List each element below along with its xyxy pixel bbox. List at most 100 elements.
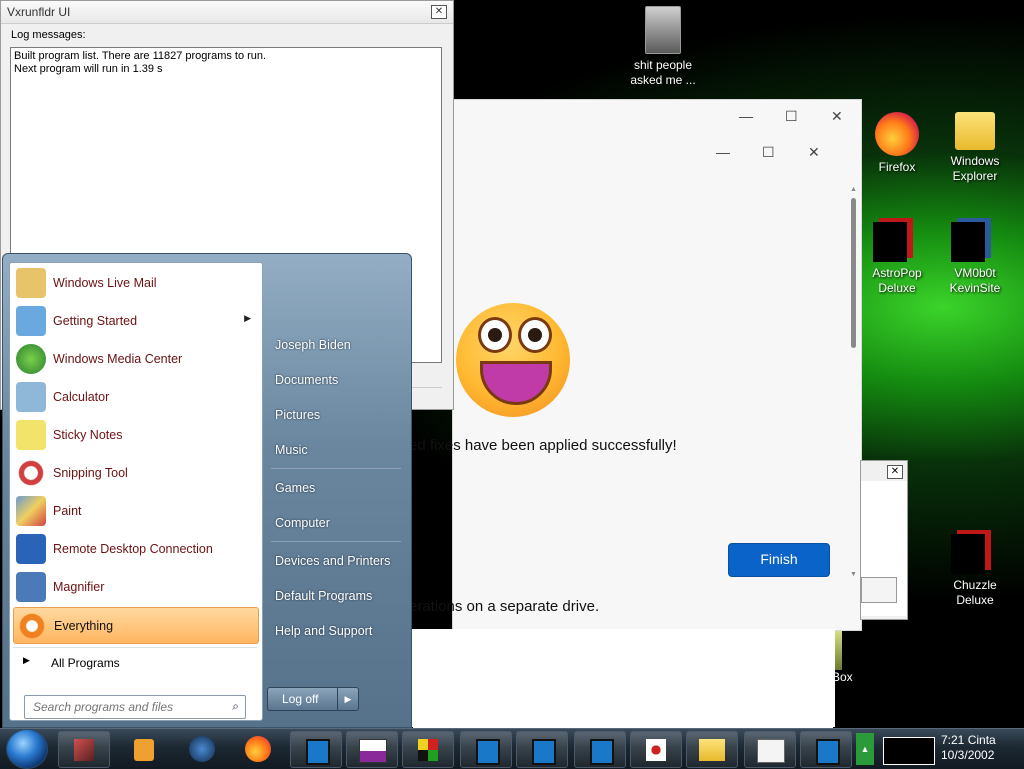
drive-message: erations on a separate drive. [409, 598, 600, 615]
search-input[interactable] [31, 699, 225, 715]
desktop-icon-label: Firefox [878, 160, 916, 174]
menu-item-snipping-tool[interactable]: Snipping Tool [13, 455, 257, 490]
mail-icon [16, 268, 46, 298]
menu-item-remote-desktop[interactable]: Remote Desktop Connection [13, 531, 257, 566]
menu-item-everything[interactable]: Everything [13, 607, 259, 644]
menu-item-label: Magnifier [53, 580, 105, 594]
separator [271, 468, 401, 469]
dialog-button[interactable] [861, 577, 897, 603]
taskbar-app-window-4[interactable] [574, 731, 626, 768]
taskbar-app-winrar[interactable] [58, 731, 110, 768]
right-item-music[interactable]: Music [275, 443, 308, 457]
taskbar-app-document[interactable] [744, 731, 796, 768]
taskbar-app-colors[interactable] [402, 731, 454, 768]
separator [271, 541, 401, 542]
close-button[interactable]: ✕ [431, 5, 447, 19]
chart-app-icon [359, 739, 387, 763]
app-window-icon [590, 739, 614, 765]
calculator-icon [16, 382, 46, 412]
right-item-games[interactable]: Games [275, 481, 315, 495]
finish-button[interactable]: Finish [728, 543, 830, 577]
document-icon [757, 739, 785, 763]
tray-app-icon[interactable] [883, 737, 935, 765]
remote-desktop-icon [16, 534, 46, 564]
menu-item-label: Everything [54, 619, 114, 633]
menu-item-paint[interactable]: Paint [13, 493, 257, 528]
taskbar-app-globe[interactable] [176, 731, 228, 768]
menu-item-label: Windows Media Center [53, 352, 183, 366]
smiling-emoji-icon [456, 303, 570, 417]
media-center-icon [16, 344, 46, 374]
show-hidden-icons-button[interactable]: ▲ [856, 733, 874, 765]
outer-minimize-button[interactable]: — [739, 108, 753, 124]
taskbar-app-window-2[interactable] [460, 731, 512, 768]
winrar-icon [74, 739, 94, 761]
menu-item-label: Sticky Notes [53, 428, 123, 442]
all-programs-button[interactable]: ▶ All Programs [13, 647, 257, 674]
desktop-icon-vmbot[interactable]: VM0b0t KevinSite [937, 222, 1013, 296]
astropop-icon [873, 222, 907, 262]
desktop-icon-windows-explorer[interactable]: Windows Explorer [937, 112, 1013, 184]
menu-item-windows-media-center[interactable]: Windows Media Center [13, 341, 257, 376]
taskbar-app-chart[interactable] [346, 731, 398, 768]
desktop-icon-chuzzle[interactable]: Chuzzle Deluxe [937, 534, 1013, 608]
firefox-icon [875, 112, 919, 156]
right-item-computer[interactable]: Computer [275, 516, 330, 530]
taskbar-app-media-player[interactable] [118, 731, 170, 768]
desktop-icon-label: Chuzzle Deluxe [953, 578, 997, 607]
success-message: ed fixes have been applied successfully! [409, 437, 677, 454]
desktop-icon-firefox[interactable]: Firefox [859, 112, 935, 175]
outer-close-button[interactable]: ✕ [831, 108, 843, 125]
search-box[interactable]: ⌕ [24, 695, 246, 719]
desktop-icon-label: Box [832, 670, 853, 684]
right-item-default-programs[interactable]: Default Programs [275, 589, 372, 603]
app-window-icon [306, 739, 330, 765]
start-button[interactable] [6, 729, 48, 769]
desktop-icon-label: AstroPop Deluxe [872, 266, 922, 295]
desktop-icon-box[interactable]: Box [832, 630, 856, 700]
programs-panel: Windows Live Mail Getting Started ▶ Wind… [9, 262, 263, 721]
menu-item-windows-live-mail[interactable]: Windows Live Mail [13, 265, 257, 300]
vxrunfldr-titlebar[interactable]: Vxrunfldr UI ✕ [1, 1, 453, 24]
menu-item-calculator[interactable]: Calculator [13, 379, 257, 414]
menu-item-label: Snipping Tool [53, 466, 128, 480]
search-icon[interactable]: ⌕ [232, 699, 239, 714]
desktop-icon-astropop[interactable]: AstroPop Deluxe [859, 222, 935, 296]
right-item-pictures[interactable]: Pictures [275, 408, 320, 422]
taskbar-app-explorer[interactable] [686, 731, 738, 768]
taskbar-app-window-1[interactable] [290, 731, 342, 768]
outer-maximize-button[interactable]: ☐ [785, 108, 798, 125]
system-tray: ▲ 7:21 Cinta 10/3/2002 [853, 729, 1024, 768]
taskbar-app-window-3[interactable] [516, 731, 568, 768]
maximize-button[interactable]: ☐ [762, 144, 775, 161]
folder-icon [955, 112, 995, 150]
taskbar-app-firefox[interactable] [232, 731, 284, 768]
menu-item-magnifier[interactable]: Magnifier [13, 569, 257, 604]
scrollbar-thumb[interactable] [851, 198, 856, 348]
shutdown-options-arrow-icon[interactable]: ▶ [337, 688, 358, 710]
close-button[interactable]: ✕ [808, 144, 820, 161]
arrow-right-icon: ▶ [23, 655, 30, 665]
flag-icon [646, 739, 666, 761]
chuzzle-icon [951, 534, 985, 574]
menu-item-getting-started[interactable]: Getting Started ▶ [13, 303, 257, 338]
right-item-documents[interactable]: Documents [275, 373, 338, 387]
right-item-user[interactable]: Joseph Biden [275, 338, 351, 352]
taskbar-app-flag[interactable] [630, 731, 682, 768]
clock[interactable]: 7:21 Cinta 10/3/2002 [941, 733, 996, 763]
minimize-button[interactable]: — [716, 144, 730, 160]
log-off-button[interactable]: Log off ▶ [267, 687, 359, 711]
scroll-up-icon[interactable]: ▲ [850, 186, 857, 193]
scroll-down-icon[interactable]: ▼ [850, 571, 857, 578]
right-item-devices-printers[interactable]: Devices and Printers [275, 554, 390, 568]
scrollbar[interactable]: ▲ ▼ [850, 186, 858, 578]
right-item-help-support[interactable]: Help and Support [275, 624, 372, 638]
taskbar-app-window-5[interactable] [800, 731, 852, 768]
vmbot-icon [951, 222, 985, 262]
dialog-close-button[interactable]: ✕ [887, 465, 903, 479]
desktop-icon-shit-people[interactable]: shit people asked me ... [625, 6, 701, 88]
menu-item-sticky-notes[interactable]: Sticky Notes [13, 417, 257, 452]
scissors-icon [16, 458, 46, 488]
window-title: Vxrunfldr UI [7, 5, 71, 19]
sticky-notes-icon [16, 420, 46, 450]
